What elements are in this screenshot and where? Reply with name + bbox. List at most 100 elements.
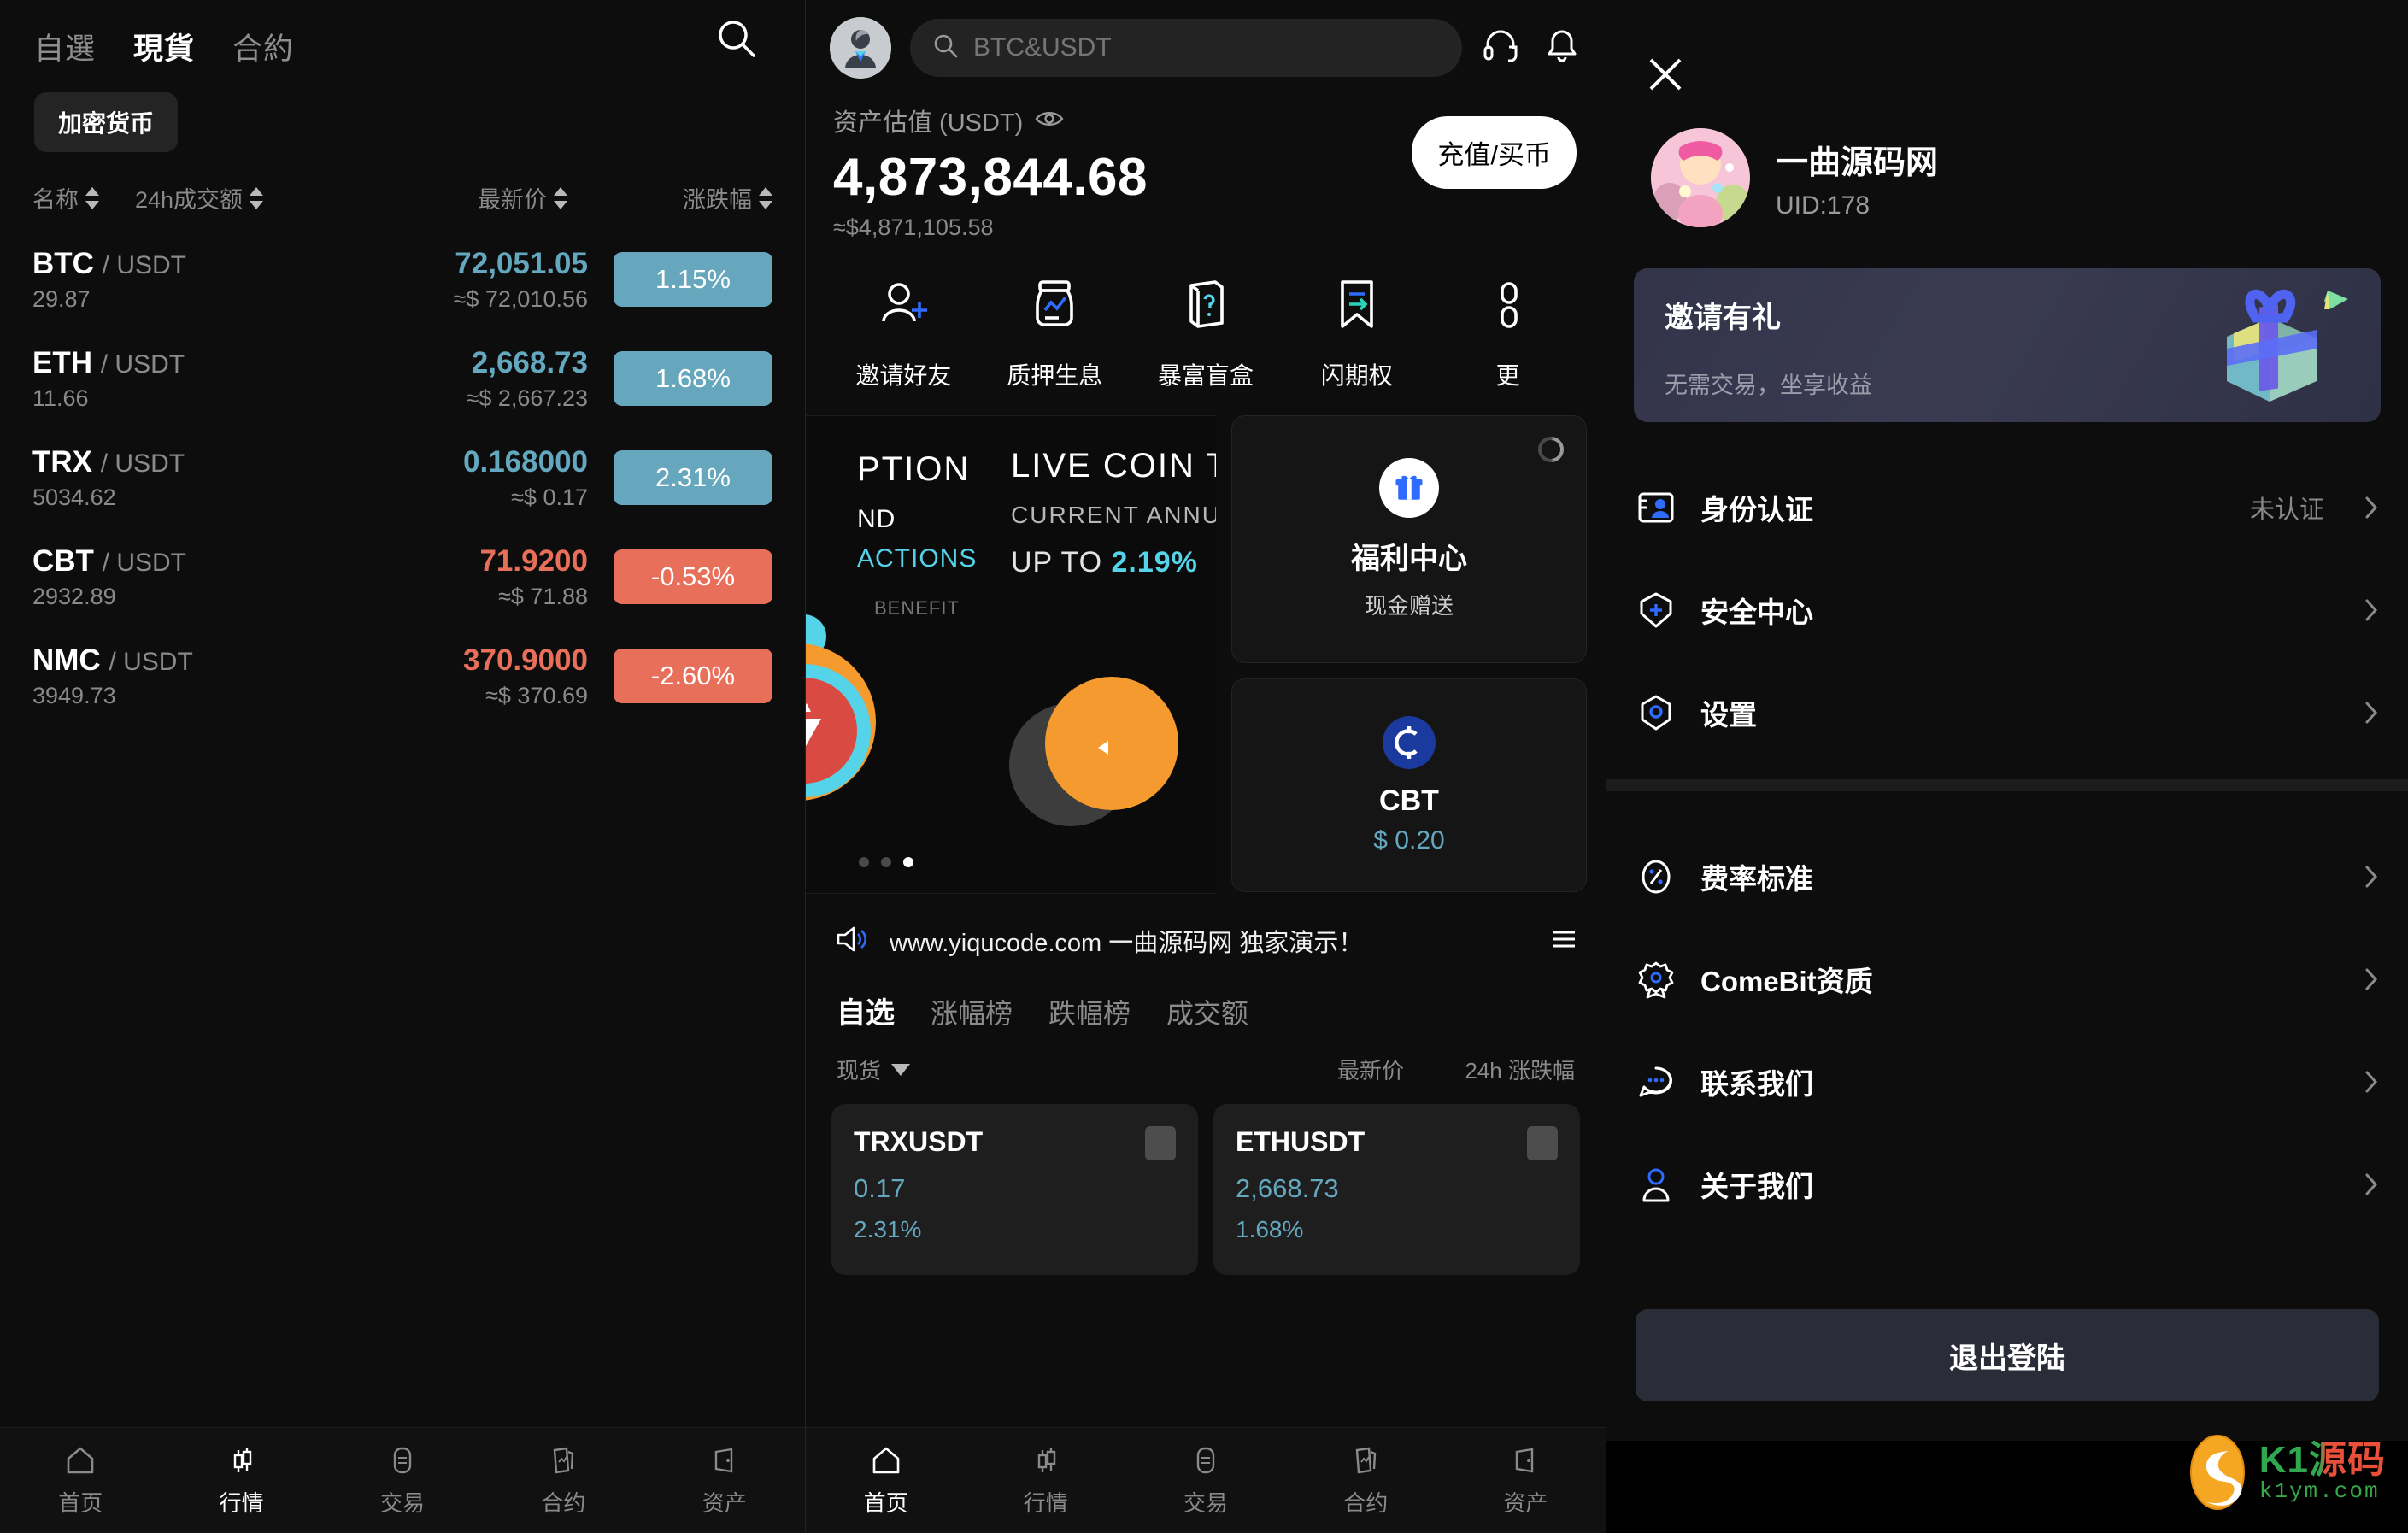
id-card-icon bbox=[1636, 487, 1677, 528]
logout-button[interactable]: 退出登陆 bbox=[1636, 1309, 2379, 1401]
quick-action-stake[interactable]: 质押生息 bbox=[979, 272, 1131, 391]
bell-icon[interactable] bbox=[1542, 26, 1582, 70]
more-icon bbox=[1475, 272, 1542, 338]
quick-action-invite[interactable]: 邀请好友 bbox=[828, 272, 979, 391]
list-item[interactable]: TRXUSDT 0.17 2.31% bbox=[831, 1104, 1198, 1275]
wallet-icon bbox=[708, 1443, 742, 1477]
profile-header[interactable]: 一曲源码网 UID:178 bbox=[1606, 0, 2408, 227]
market-card-price: 0.17 bbox=[854, 1173, 906, 1203]
tab-gainers[interactable]: 涨幅榜 bbox=[931, 992, 1013, 1031]
menu-item-fee-standard[interactable]: 费率标准 bbox=[1636, 825, 2379, 928]
bottom-navigation: 首页 行情 交易 合约 资产 bbox=[0, 1427, 805, 1533]
promo-carousel[interactable]: PTION ND ACTIONS BENEFIT LIVE COIN TRE C… bbox=[806, 415, 1216, 894]
menu-item-settings[interactable]: 设置 bbox=[1636, 661, 2379, 764]
headset-icon[interactable] bbox=[1481, 26, 1520, 70]
nav-item-contract[interactable]: 合约 bbox=[1286, 1443, 1446, 1518]
coin-volume: 3949.73 bbox=[32, 682, 116, 708]
deposit-buy-button[interactable]: 充值/买币 bbox=[1412, 116, 1577, 189]
cbt-name: CBT bbox=[1379, 784, 1439, 817]
nav-item-assets[interactable]: 资产 bbox=[644, 1443, 805, 1518]
tab-favorites[interactable]: 自選 bbox=[34, 25, 96, 68]
welfare-center-card[interactable]: 福利中心 现金赠送 bbox=[1231, 415, 1587, 663]
coin-usd-price: ≈$ 72,010.56 bbox=[453, 285, 588, 312]
tab-losers[interactable]: 跌幅榜 bbox=[1048, 992, 1131, 1031]
eye-icon[interactable] bbox=[1035, 107, 1064, 135]
market-card-price: 2,668.73 bbox=[1236, 1173, 1339, 1203]
gift-icon bbox=[1379, 458, 1439, 518]
cbt-price: $ 0.20 bbox=[1373, 825, 1445, 855]
coin-usd-price: ≈$ 2,667.23 bbox=[466, 385, 588, 411]
table-row[interactable]: ETH / USDT 11.66 2,668.73 ≈$ 2,667.23 1.… bbox=[32, 329, 772, 428]
coin-identity: BTC / USDT 29.87 bbox=[32, 247, 400, 313]
column-price[interactable]: 最新价 bbox=[277, 181, 567, 214]
asset-summary: 资产估值 (USDT) 4,873,844.68 ≈$4,871,105.58 … bbox=[806, 80, 1606, 241]
speaker-icon bbox=[833, 924, 871, 959]
carousel-dot-active[interactable] bbox=[903, 857, 913, 867]
menu-item-identity-verification[interactable]: 身份认证 未认证 bbox=[1636, 456, 2379, 559]
menu-item-comebit-qualification[interactable]: ComeBit资质 bbox=[1636, 928, 2379, 1031]
search-input-wrapper[interactable] bbox=[910, 19, 1462, 77]
stake-jar-icon bbox=[1021, 272, 1088, 338]
market-column-headers: 名称 24h成交额 最新价 涨跌幅 bbox=[0, 152, 805, 214]
table-row[interactable]: BTC / USDT 29.87 72,051.05 ≈$ 72,010.56 … bbox=[32, 230, 772, 329]
watermark-logo-icon bbox=[2189, 1435, 2245, 1510]
tab-watchlist[interactable]: 自选 bbox=[837, 990, 895, 1031]
nav-item-markets[interactable]: 行情 bbox=[966, 1443, 1125, 1518]
close-icon[interactable] bbox=[1644, 53, 1687, 96]
menu-item-security-center[interactable]: 安全中心 bbox=[1636, 559, 2379, 661]
market-type-selector[interactable]: 现货 bbox=[837, 1054, 1233, 1085]
avatar[interactable] bbox=[1651, 128, 1750, 227]
column-volume[interactable]: 24h成交额 bbox=[135, 181, 277, 214]
category-chip-crypto[interactable]: 加密货币 bbox=[34, 92, 179, 152]
nav-item-assets[interactable]: 资产 bbox=[1446, 1443, 1606, 1518]
quick-action-label: 更 bbox=[1495, 362, 1520, 389]
invite-banner[interactable]: 邀请有礼 无需交易，坐享收益 bbox=[1634, 268, 2381, 422]
quick-action-label: 闪期权 bbox=[1320, 362, 1393, 389]
profile-drawer: 一曲源码网 UID:178 邀请有礼 无需交易，坐享收益 身份认证 未认证 安全… bbox=[1606, 0, 2408, 1533]
column-change[interactable]: 涨跌幅 bbox=[567, 181, 772, 214]
table-row[interactable]: NMC / USDT 3949.73 370.9000 ≈$ 370.69 -2… bbox=[32, 626, 772, 725]
menu-item-about-us[interactable]: 关于我们 bbox=[1636, 1133, 2379, 1236]
refresh-icon[interactable] bbox=[1536, 435, 1565, 464]
nav-item-markets[interactable]: 行情 bbox=[161, 1443, 321, 1518]
menu-item-label: 安全中心 bbox=[1700, 596, 1813, 628]
hamburger-icon[interactable] bbox=[1549, 926, 1578, 956]
announcement-bar[interactable]: www.yiqucode.com 一曲源码网 独家演示！ bbox=[806, 894, 1606, 959]
gift-box-icon bbox=[2184, 277, 2355, 414]
nav-item-trade[interactable]: 交易 bbox=[1125, 1443, 1285, 1518]
header-actions bbox=[1481, 26, 1582, 70]
column-name[interactable]: 名称 bbox=[32, 181, 135, 214]
tab-contract[interactable]: 合約 bbox=[232, 25, 294, 68]
coin-volume: 2932.89 bbox=[32, 583, 116, 609]
menu-item-value: 未认证 bbox=[2249, 496, 2324, 524]
carousel-dot[interactable] bbox=[881, 857, 891, 867]
nav-item-home[interactable]: 首页 bbox=[806, 1443, 966, 1518]
status-badge: 2.31% bbox=[614, 450, 772, 505]
carousel-dot[interactable] bbox=[859, 857, 869, 867]
quick-action-flash-option[interactable]: 闪期权 bbox=[1281, 272, 1432, 391]
user-avatar-icon[interactable] bbox=[830, 17, 891, 79]
tab-volume[interactable]: 成交额 bbox=[1166, 992, 1248, 1031]
coin-volume: 29.87 bbox=[32, 285, 91, 312]
search-icon[interactable] bbox=[715, 17, 758, 60]
banner-rate-value: 2.19% bbox=[1111, 546, 1198, 579]
nav-label: 资产 bbox=[1503, 1490, 1548, 1516]
list-item[interactable]: ETHUSDT 2,668.73 1.68% bbox=[1213, 1104, 1580, 1275]
menu-item-contact-us[interactable]: 联系我们 bbox=[1636, 1031, 2379, 1133]
table-row[interactable]: TRX / USDT 5034.62 0.168000 ≈$ 0.17 2.31… bbox=[32, 428, 772, 527]
nav-item-home[interactable]: 首页 bbox=[0, 1443, 161, 1518]
menu-item-label: 关于我们 bbox=[1700, 1171, 1813, 1202]
quick-action-more[interactable]: 更 bbox=[1432, 272, 1583, 391]
chevron-right-icon bbox=[2364, 700, 2379, 725]
nav-item-contract[interactable]: 合约 bbox=[483, 1443, 643, 1518]
tab-spot[interactable]: 現貨 bbox=[133, 25, 195, 68]
cbt-token-card[interactable]: CBT $ 0.20 bbox=[1231, 678, 1587, 892]
nav-item-trade[interactable]: 交易 bbox=[322, 1443, 483, 1518]
table-row[interactable]: CBT / USDT 2932.89 71.9200 ≈$ 71.88 -0.5… bbox=[32, 527, 772, 626]
quick-action-label: 暴富盲盒 bbox=[1157, 362, 1254, 389]
search-input[interactable] bbox=[973, 33, 1440, 62]
coin-price: 0.168000 bbox=[463, 444, 588, 479]
coin-volume: 11.66 bbox=[32, 385, 89, 411]
menu-group-info: 费率标准 ComeBit资质 联系我们 关于我们 bbox=[1606, 791, 2408, 1236]
quick-action-mystery-box[interactable]: 暴富盲盒 bbox=[1131, 272, 1282, 391]
